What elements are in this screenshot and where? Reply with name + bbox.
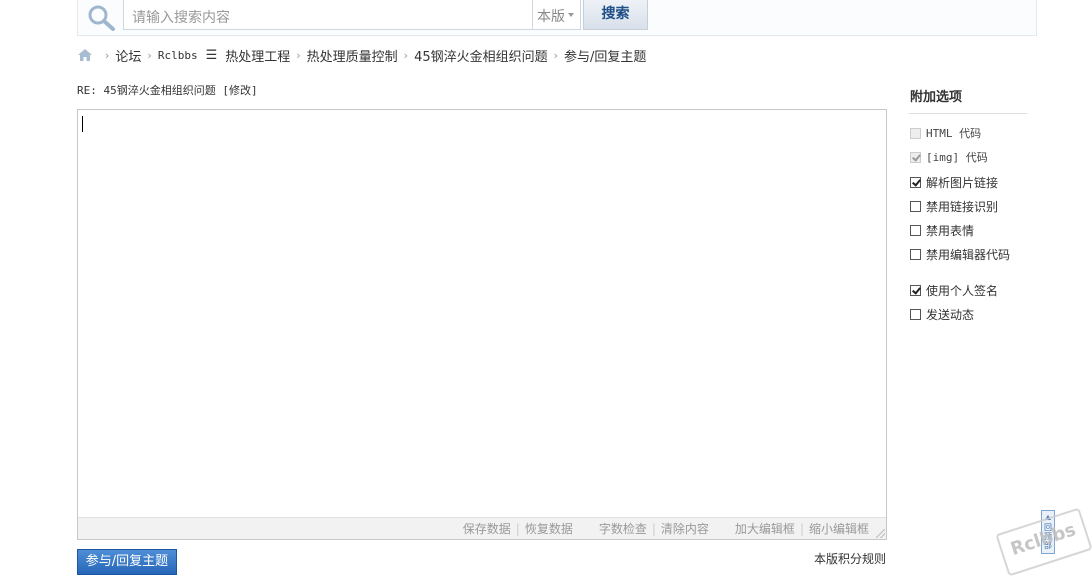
checkbox-img-code — [910, 151, 921, 163]
site-watermark: Rclbbs — [995, 507, 1092, 577]
option-label: 禁用表情 — [926, 223, 975, 238]
option-send-feed[interactable]: 发送动态 — [910, 306, 974, 322]
chevron-right-icon: › — [296, 48, 301, 62]
option-html-code: HTML 代码 — [910, 125, 981, 141]
editor-toolbar: 保存数据 | 恢复数据 字数检查 | 清除内容 加大编辑框 | 缩小编辑框 — [78, 517, 886, 539]
option-disable-editor-code[interactable]: 禁用编辑器代码 — [910, 246, 1010, 262]
checkbox-parse-image-links[interactable] — [910, 176, 921, 188]
credit-rules-link[interactable]: 本版积分规则 — [814, 550, 886, 567]
divider — [909, 113, 1027, 114]
option-disable-link-detect[interactable]: 禁用链接识别 — [910, 198, 998, 214]
chevron-right-icon: › — [553, 48, 559, 62]
option-img-code: [img] 代码 — [910, 149, 988, 165]
breadcrumb: › 论坛 › Rclbbs ☰ 热处理工程 › 热处理质量控制 › 45钢淬火金… — [77, 46, 647, 65]
breadcrumb-thread[interactable]: 45钢淬火金相组织问题 — [414, 46, 548, 65]
search-icon — [88, 5, 115, 31]
option-label: 解析图片链接 — [926, 175, 999, 190]
breadcrumb-forum[interactable]: 论坛 — [115, 46, 141, 65]
option-label: 使用个人签名 — [926, 283, 999, 298]
reply-editor[interactable]: 保存数据 | 恢复数据 字数检查 | 清除内容 加大编辑框 | 缩小编辑框 — [77, 109, 887, 540]
checkbox-use-signature[interactable] — [910, 284, 921, 296]
resize-grip-icon[interactable] — [876, 529, 885, 538]
menu-icon[interactable]: ☰ — [206, 48, 218, 63]
checkbox-disable-link-detect[interactable] — [910, 200, 921, 212]
search-scope-label: 本版 — [537, 9, 565, 25]
breadcrumb-current: 参与/回复主题 — [564, 49, 647, 65]
reply-title: RE: 45钢淬火金相组织问题 [修改] — [77, 84, 258, 97]
search-button[interactable]: 搜索 — [583, 0, 648, 30]
option-label: HTML 代码 — [926, 127, 982, 140]
breadcrumb-heat-treatment[interactable]: 热处理工程 — [225, 46, 290, 65]
restore-data-button[interactable]: 恢复数据 — [520, 520, 578, 537]
enlarge-editor-button[interactable]: 加大编辑框 — [730, 520, 800, 537]
search-input[interactable]: 请输入搜索内容 — [123, 0, 533, 30]
word-count-button[interactable]: 字数检查 — [594, 520, 652, 537]
submit-reply-button[interactable]: 参与/回复主题 — [77, 549, 177, 575]
breadcrumb-quality-control[interactable]: 热处理质量控制 — [307, 46, 398, 65]
option-label: 发送动态 — [926, 307, 975, 322]
home-icon[interactable] — [77, 48, 93, 62]
checkbox-disable-smilies[interactable] — [910, 224, 921, 236]
option-label: [img] 代码 — [926, 151, 988, 164]
breadcrumb-site[interactable]: Rclbbs — [158, 49, 198, 62]
search-bar: 请输入搜索内容 本版 搜索 — [77, 0, 1037, 36]
option-disable-smilies[interactable]: 禁用表情 — [910, 222, 974, 238]
checkbox-html-code — [910, 127, 921, 139]
chevron-right-icon: › — [105, 48, 110, 62]
checkbox-disable-editor-code[interactable] — [910, 248, 921, 260]
chevron-right-icon: › — [147, 48, 152, 62]
option-parse-image-links[interactable]: 解析图片链接 — [910, 174, 998, 190]
search-scope-select[interactable]: 本版 — [533, 0, 581, 30]
clear-content-button[interactable]: 清除内容 — [656, 520, 714, 537]
save-data-button[interactable]: 保存数据 — [458, 520, 516, 537]
option-label: 禁用链接识别 — [926, 199, 999, 214]
options-title: 附加选项 — [910, 90, 963, 105]
chevron-right-icon: › — [403, 48, 409, 62]
shrink-editor-button[interactable]: 缩小编辑框 — [804, 520, 874, 537]
checkbox-send-feed[interactable] — [910, 308, 921, 320]
chevron-down-icon — [568, 13, 574, 17]
text-cursor — [82, 116, 83, 132]
option-label: 禁用编辑器代码 — [926, 247, 1011, 262]
option-use-signature[interactable]: 使用个人签名 — [910, 282, 998, 298]
